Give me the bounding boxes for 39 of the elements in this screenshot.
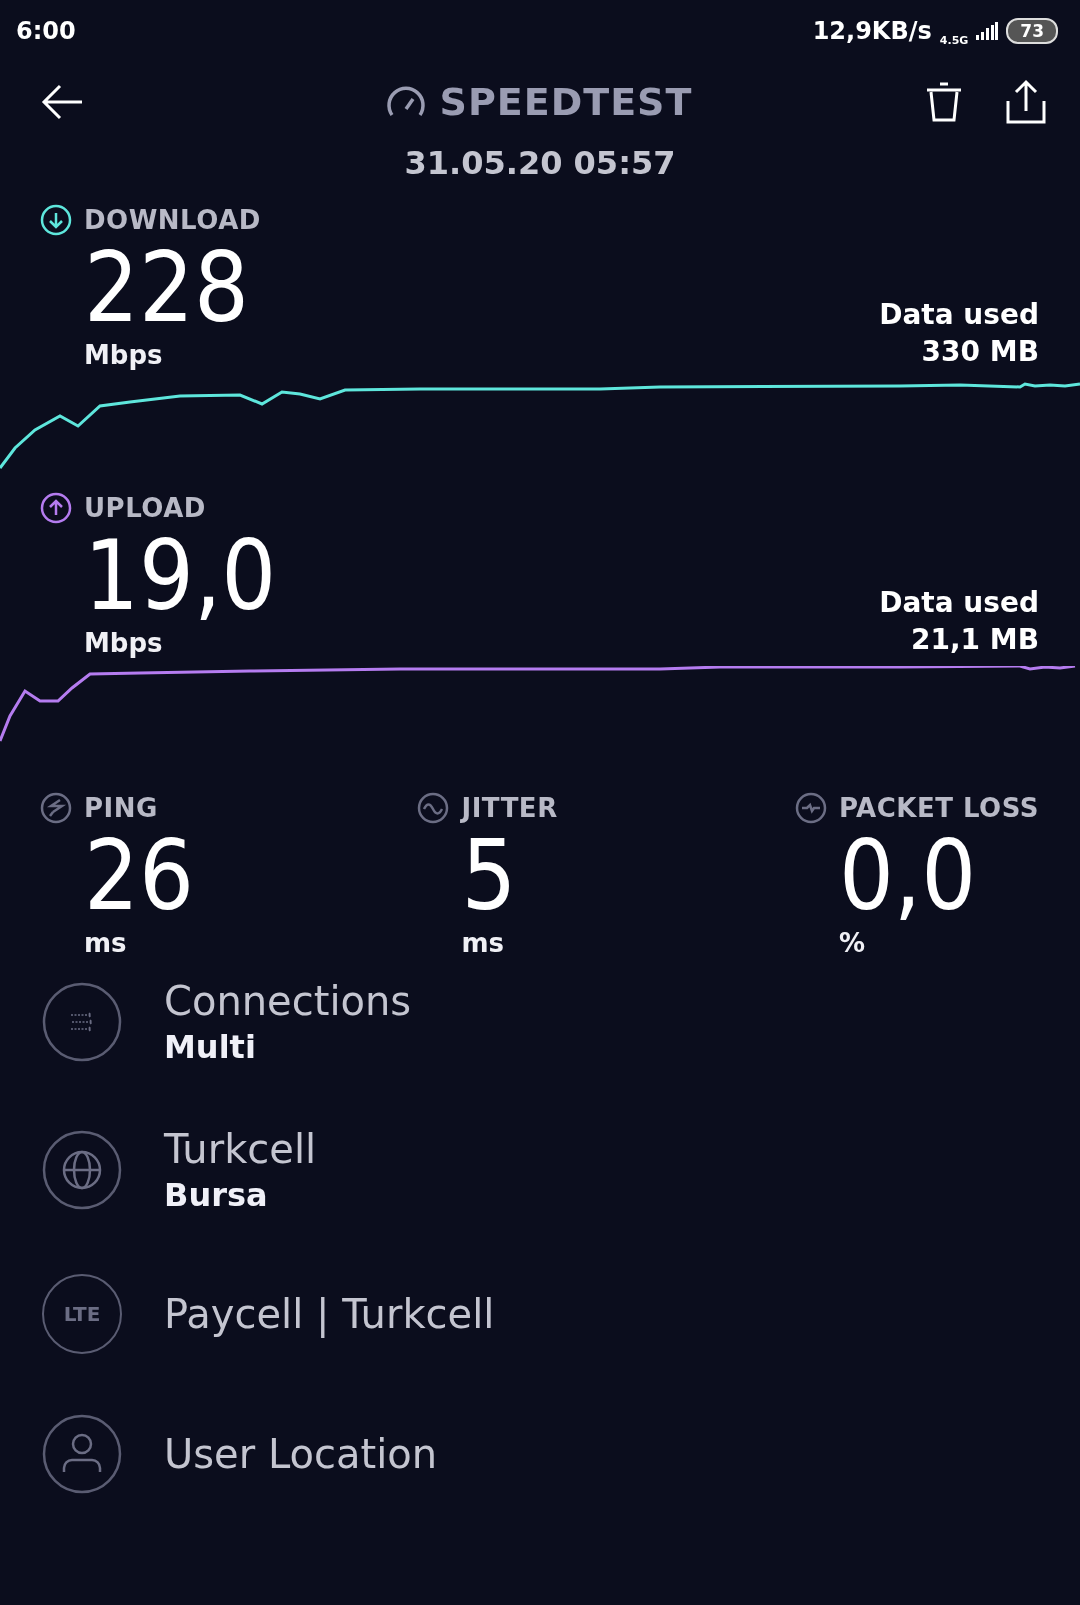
- person-icon: [42, 1414, 122, 1494]
- section-label: DOWNLOAD: [84, 205, 261, 235]
- detail-subtitle: Bursa: [164, 1176, 269, 1214]
- network-type-badge: LTE: [42, 1274, 122, 1354]
- data-used-value: 21,1 MB: [910, 623, 1039, 656]
- jitter-icon: [417, 792, 450, 824]
- signal-icon: [976, 22, 999, 40]
- metric-value: 0,0: [837, 824, 978, 928]
- speed-value: 228: [83, 236, 250, 340]
- metric-value: 5: [461, 824, 517, 928]
- detail-title: Connections: [164, 978, 412, 1024]
- network-speed: 12,9KB/s: [812, 17, 932, 45]
- metric-value: 26: [83, 824, 195, 928]
- metric-unit: ms: [460, 928, 506, 958]
- speedometer-icon: [385, 85, 426, 119]
- test-date: 31.05.20 05:57: [403, 144, 677, 182]
- detail-title: User Location: [164, 1431, 438, 1477]
- status-time: 6:00: [16, 17, 76, 45]
- data-used-label: Data used: [879, 298, 1039, 331]
- speed-unit: Mbps: [83, 628, 164, 658]
- battery-indicator: 73: [1006, 18, 1058, 44]
- app-title: SPEEDTEST: [439, 80, 693, 124]
- data-used-label: Data used: [879, 586, 1039, 619]
- metric-label: PING: [84, 793, 158, 823]
- metric-unit: ms: [83, 928, 128, 958]
- ping-icon: [40, 792, 72, 824]
- data-used-value: 330 MB: [921, 335, 1039, 368]
- metric-label: PACKET LOSS: [838, 793, 1039, 823]
- detail-title: Turkcell: [164, 1126, 317, 1172]
- arrows-icon: [42, 982, 122, 1062]
- detail-title: Paycell | Turkcell: [164, 1291, 495, 1337]
- section-label: UPLOAD: [84, 493, 206, 523]
- metric-unit: %: [837, 928, 866, 958]
- globe-icon: [42, 1130, 122, 1210]
- network-type: 4.5G: [939, 33, 969, 47]
- speed-unit: Mbps: [83, 340, 164, 370]
- metric-label: JITTER: [461, 793, 558, 823]
- detail-subtitle: Multi: [164, 1028, 257, 1066]
- speed-value: 19,0: [83, 524, 277, 628]
